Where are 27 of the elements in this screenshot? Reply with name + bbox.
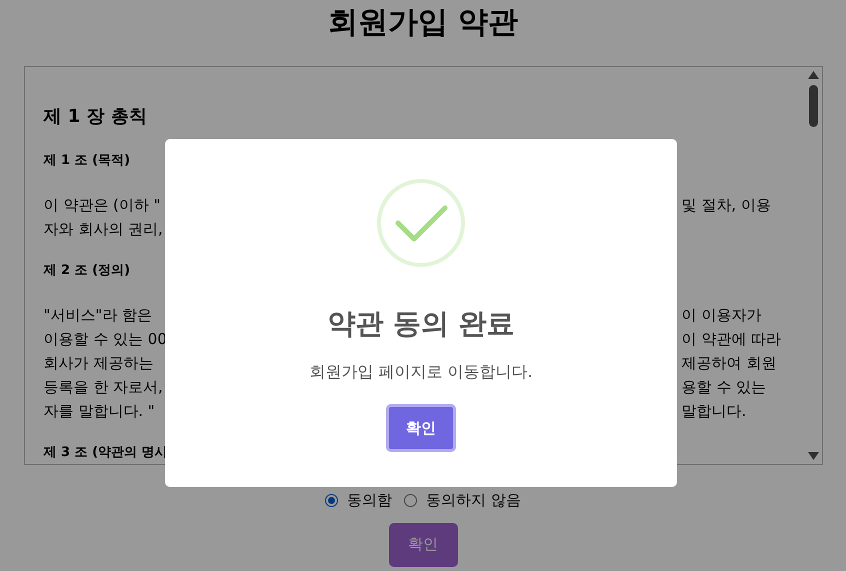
checkmark-icon (377, 179, 465, 267)
radio-option[interactable]: 동의하지 않음 (404, 489, 521, 512)
page-title: 회원가입 약관 (328, 4, 518, 42)
paragraph-text: 자를 말합니다. " (44, 402, 155, 420)
article-heading: 제 1 조 (목적) (44, 153, 130, 168)
paragraph-text: 용할 수 있는 (682, 377, 766, 398)
dialog-title: 약관 동의 완료 (327, 307, 515, 341)
paragraph-text: 및 절차, 이용 (682, 195, 771, 216)
confirm-button[interactable]: 확인 (386, 404, 456, 452)
paragraph-text: 회사가 제공하는 (44, 354, 154, 372)
paragraph-text: 자와 회사의 권리, (44, 220, 163, 238)
paragraph-text: 말합니다. (682, 401, 746, 422)
paragraph-text: "서비스"라 함은 (44, 306, 152, 324)
terms-heading: 제 1 장 총칙 (44, 106, 147, 127)
scrollbar-thumb[interactable] (808, 85, 818, 127)
dialog-message: 회원가입 페이지로 이동합니다. (309, 361, 533, 383)
paragraph-text: 이 이용자가 (682, 305, 762, 326)
paragraph-text: 제공하여 회원 (682, 353, 776, 374)
scroll-up-icon[interactable] (808, 71, 818, 79)
article-heading: 제 2 조 (정의) (44, 263, 130, 278)
radio-button[interactable] (404, 494, 418, 507)
radio-button[interactable] (325, 494, 338, 507)
paragraph-text: 이 약관은 (이하 " (44, 196, 161, 214)
radio-option[interactable]: 동의함 (325, 489, 392, 512)
scroll-down-icon[interactable] (808, 452, 818, 460)
paragraph-text: 이 약관에 따라 (682, 329, 782, 350)
paragraph-text: 등록을 한 자로서, (44, 378, 163, 396)
